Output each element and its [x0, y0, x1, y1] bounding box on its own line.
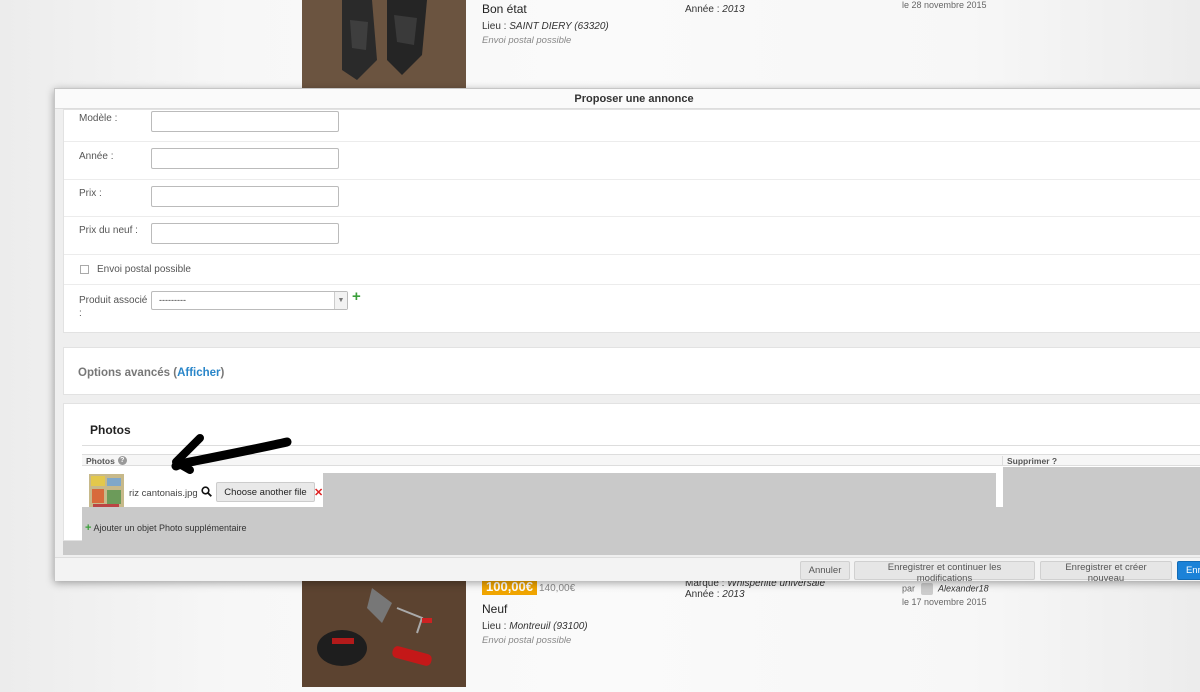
delete-column-header: Supprimer ?: [1002, 456, 1057, 466]
save-continue-button[interactable]: Enregistrer et continuer les modificatio…: [854, 561, 1035, 584]
form-row-envoi: Envoi postal possible: [64, 255, 1200, 285]
add-photo-link[interactable]: + Ajouter un objet Photo supplémentaire: [85, 522, 247, 534]
form-row-prix-neuf: Prix du neuf :: [64, 217, 1200, 255]
photos-column-header: Photos?: [86, 456, 127, 466]
photo-filename: riz cantonais.jpg: [129, 488, 198, 499]
save-button[interactable]: Enre: [1177, 561, 1200, 580]
envoi-label: Envoi postal possible: [97, 264, 191, 275]
advanced-options-panel: Options avancés (Afficher): [63, 347, 1200, 395]
add-listing-modal: Proposer une annonce Modèle : Année : Pr…: [54, 88, 1200, 584]
produit-label: Produit associé:: [79, 295, 148, 319]
listing-shipping: Envoi postal possible: [482, 35, 572, 46]
listing-thumbnail[interactable]: [302, 578, 466, 687]
prix-neuf-label: Prix du neuf :: [79, 225, 138, 236]
form-row-modele: Modèle :: [64, 110, 1200, 142]
prix-neuf-input[interactable]: [151, 223, 339, 244]
form-row-prix: Prix :: [64, 180, 1200, 217]
photos-footer-overlay: [82, 507, 1200, 541]
modal-footer: Annuler Enregistrer et continuer les mod…: [55, 557, 1200, 584]
listing-location: Lieu : SAINT DIERY (63320): [482, 21, 609, 32]
listing-year: Année : 2013: [685, 589, 745, 600]
listing-shipping: Envoi postal possible: [482, 635, 572, 646]
prix-input[interactable]: [151, 186, 339, 207]
add-produit-icon[interactable]: +: [352, 288, 361, 305]
listing-date: le 28 novembre 2015: [902, 0, 987, 10]
divider: [82, 445, 1200, 446]
choose-file-button[interactable]: Choose another file: [216, 482, 315, 502]
help-icon[interactable]: ?: [117, 456, 127, 465]
search-icon[interactable]: [201, 486, 212, 497]
photo-thumbnail[interactable]: [89, 474, 124, 510]
show-advanced-link[interactable]: Afficher: [177, 367, 220, 379]
listing-old-price: 140,00€: [539, 583, 576, 594]
envoi-checkbox[interactable]: [80, 265, 89, 274]
form-row-produit: Produit associé: --------- ▼ +: [64, 285, 1200, 333]
photo-row-overlay: [323, 473, 996, 507]
annee-input[interactable]: [151, 148, 339, 169]
chevron-down-icon: ▼: [334, 292, 347, 309]
listing-thumbnail[interactable]: [302, 0, 466, 88]
photos-title: Photos: [90, 423, 131, 437]
listing-location: Lieu : Montreuil (93100): [482, 621, 588, 632]
form-row-annee: Année :: [64, 142, 1200, 180]
listing-date: le 17 novembre 2015: [902, 597, 987, 607]
listing-state: Neuf: [482, 602, 508, 616]
cancel-button[interactable]: Annuler: [800, 561, 850, 580]
save-new-button[interactable]: Enregistrer et créer nouveau: [1040, 561, 1172, 584]
listing-state: Bon état: [482, 2, 527, 16]
photos-table-header: Photos? Supprimer ?: [82, 454, 1200, 466]
user-icon: [920, 583, 933, 595]
photos-panel: Photos Photos? Supprimer ? riz cantonais…: [63, 403, 1200, 541]
listing-author: par Alexander18: [902, 583, 989, 595]
modele-input[interactable]: [151, 111, 339, 132]
listing-author-name[interactable]: Alexander18: [938, 583, 989, 593]
produit-select[interactable]: --------- ▼: [151, 291, 348, 310]
close-icon[interactable]: ✕: [314, 486, 323, 499]
add-icon: +: [85, 522, 92, 534]
advanced-options-title: Options avancés (Afficher): [78, 367, 225, 379]
listing-year: Année : 2013: [685, 4, 745, 15]
annee-label: Année :: [79, 151, 114, 162]
modele-label: Modèle :: [79, 113, 118, 124]
prix-label: Prix :: [79, 188, 102, 199]
overlay-strip: [63, 541, 1200, 555]
modal-title: Proposer une annonce: [55, 89, 1200, 109]
listing-form: Modèle : Année : Prix : Prix du neuf : E…: [63, 109, 1200, 333]
